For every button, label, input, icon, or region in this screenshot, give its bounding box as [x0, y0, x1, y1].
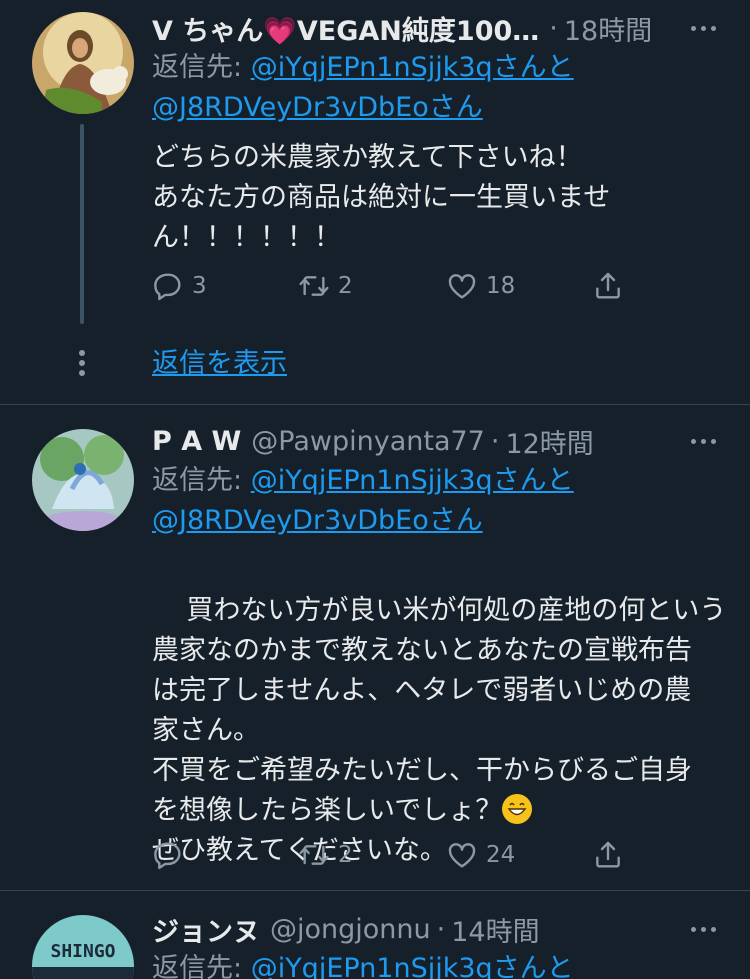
more-replies-icon	[79, 350, 85, 376]
reply-button[interactable]	[152, 835, 192, 875]
timestamp[interactable]: 14時間	[451, 910, 539, 949]
reply-icon	[152, 839, 184, 871]
share-button[interactable]	[592, 835, 624, 875]
timestamp[interactable]: 12時間	[505, 422, 593, 461]
avatar-image	[32, 429, 134, 531]
show-replies-link[interactable]: 返信を表示	[152, 344, 287, 384]
tweet-actions: 3 2 18	[152, 266, 632, 306]
heart-icon	[446, 270, 478, 302]
like-button[interactable]: 18	[446, 266, 515, 306]
user-handle[interactable]: @Pawpinyanta77	[251, 426, 485, 457]
display-name[interactable]: ジョンヌ	[152, 910, 260, 949]
mention-link[interactable]: @iYqjEPn1nSjjk3qさんと	[251, 52, 574, 83]
share-icon	[592, 270, 624, 302]
grinning-emoji-icon	[502, 794, 533, 824]
retweet-button[interactable]: 2	[298, 266, 353, 306]
reply-to: 返信先: @iYqjEPn1nSjjk3qさんと	[152, 461, 574, 501]
share-icon	[592, 839, 624, 871]
like-count: 18	[486, 273, 516, 299]
like-button[interactable]: 24	[446, 835, 515, 875]
user-handle[interactable]: @jongjonnu	[270, 914, 431, 945]
separator-dot: ·	[436, 913, 446, 945]
avatar[interactable]	[32, 12, 134, 114]
retweet-count: 2	[338, 273, 353, 299]
tweet-actions: 2 24	[152, 835, 632, 875]
heart-icon	[446, 839, 478, 871]
tweet[interactable]: V ちゃん💗VEGAN純度100… · 18時間 返信先: @iYqjEPn1n…	[0, 0, 750, 404]
retweet-count: 2	[338, 842, 353, 868]
timestamp[interactable]: 18時間	[564, 9, 652, 48]
reply-prefix: 返信先:	[152, 52, 251, 83]
display-name[interactable]: V ちゃん💗VEGAN純度100…	[152, 9, 539, 48]
share-button[interactable]	[592, 266, 624, 306]
tweet-text-part: 買わない方が良い米が何処の産地の何という 農家なのかまで教えないとあなたの宣戦布…	[152, 595, 727, 826]
reply-to: @J8RDVeyDr3vDbEoさん	[152, 501, 483, 541]
separator-dot: ·	[549, 12, 558, 44]
like-count: 24	[486, 842, 516, 868]
avatar[interactable]	[32, 429, 134, 531]
reply-prefix: 返信先:	[152, 953, 251, 979]
retweet-button[interactable]: 2	[298, 835, 353, 875]
tweet[interactable]: SHINGO ジョンヌ @jongjonnu · 14時間 返信先: @iYqj…	[0, 891, 750, 979]
tweet-header: P A W @Pawpinyanta77 · 12時間	[152, 421, 720, 461]
separator-dot: ·	[490, 425, 500, 457]
avatar-image	[32, 12, 134, 114]
retweet-icon	[298, 270, 330, 302]
tweet-text: どちらの米農家か教えて下さいね！ あなた方の商品は絶対に一生買いませ ん！！！！…	[152, 142, 611, 253]
reply-icon	[152, 270, 184, 302]
thread-line	[80, 124, 84, 324]
mention-link[interactable]: @J8RDVeyDr3vDbEoさん	[152, 505, 483, 536]
tweet-header: ジョンヌ @jongjonnu · 14時間	[152, 909, 720, 949]
reply-to: 返信先: @iYqjEPn1nSjjk3qさんと	[152, 949, 574, 979]
avatar-logo-text: SHINGO	[50, 941, 116, 962]
mention-link[interactable]: @iYqjEPn1nSjjk3qさんと	[251, 465, 574, 496]
reply-button[interactable]: 3	[152, 266, 207, 306]
mention-link[interactable]: @J8RDVeyDr3vDbEoさん	[152, 92, 483, 123]
more-icon[interactable]	[691, 909, 716, 949]
reply-count: 3	[192, 273, 207, 299]
more-icon[interactable]	[691, 8, 716, 48]
display-name[interactable]: P A W	[152, 426, 241, 457]
tweet[interactable]: P A W @Pawpinyanta77 · 12時間 返信先: @iYqjEP…	[0, 405, 750, 889]
retweet-icon	[298, 839, 330, 871]
avatar[interactable]: SHINGO	[32, 915, 134, 979]
reply-to: 返信先: @iYqjEPn1nSjjk3qさんと	[152, 48, 574, 88]
mention-link[interactable]: @iYqjEPn1nSjjk3qさんと	[251, 953, 574, 979]
reply-prefix: 返信先:	[152, 465, 251, 496]
more-icon[interactable]	[691, 421, 716, 461]
reply-to: @J8RDVeyDr3vDbEoさん	[152, 88, 483, 128]
tweet-header: V ちゃん💗VEGAN純度100… · 18時間	[152, 8, 720, 48]
